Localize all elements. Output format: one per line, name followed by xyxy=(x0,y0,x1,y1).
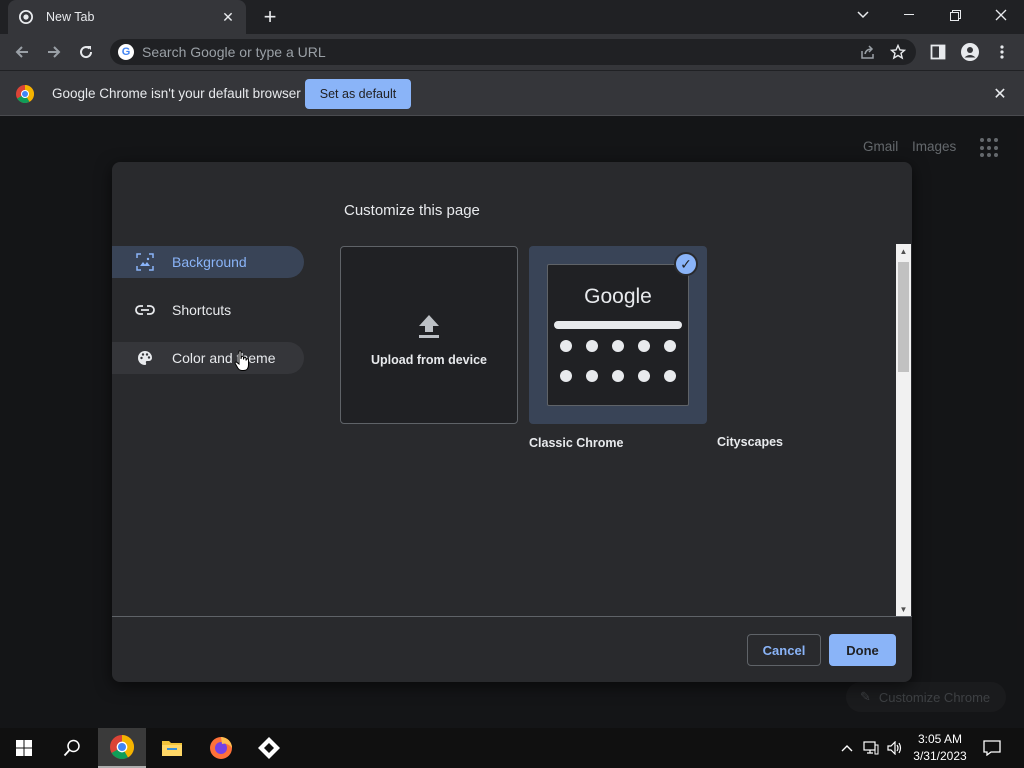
chrome-icon xyxy=(18,9,34,25)
image-icon xyxy=(134,253,156,271)
minimize-button[interactable] xyxy=(886,0,932,30)
search-icon xyxy=(63,739,80,757)
tab-search-icon[interactable] xyxy=(840,0,886,30)
omnibox[interactable]: G Search Google or type a URL xyxy=(110,39,916,65)
upload-from-device-tile[interactable]: Upload from device xyxy=(340,246,518,424)
bookmark-star-icon[interactable] xyxy=(886,40,910,64)
dialog-title: Customize this page xyxy=(344,202,480,219)
forward-button[interactable] xyxy=(40,38,68,66)
google-g-icon: G xyxy=(118,44,134,60)
new-tab-button[interactable]: + xyxy=(258,6,282,28)
search-bar-preview xyxy=(554,321,682,329)
close-infobar-icon[interactable]: ✕ xyxy=(990,84,1010,104)
selected-check-icon: ✓ xyxy=(674,252,698,276)
close-tab-icon[interactable]: ✕ xyxy=(220,9,236,25)
classic-chrome-tile[interactable]: Google ✓ xyxy=(529,246,707,424)
chrome-logo-icon xyxy=(16,85,34,103)
scrollbar-thumb[interactable] xyxy=(898,262,909,372)
default-browser-infobar: Google Chrome isn't your default browser… xyxy=(0,70,1024,116)
menu-item-shortcuts[interactable]: Shortcuts xyxy=(112,294,304,326)
close-window-button[interactable] xyxy=(978,0,1024,30)
tab-new-tab[interactable]: New Tab ✕ xyxy=(8,0,246,34)
profile-avatar-icon[interactable] xyxy=(956,38,984,66)
network-icon[interactable] xyxy=(860,728,882,768)
shortcut-dots-preview xyxy=(560,340,676,382)
clock-time: 3:05 AM xyxy=(917,732,963,746)
upload-icon xyxy=(418,314,440,343)
volume-icon[interactable] xyxy=(884,728,906,768)
back-button[interactable] xyxy=(8,38,36,66)
show-hidden-icons-chevron-up-icon[interactable] xyxy=(838,728,856,768)
link-icon xyxy=(134,301,156,319)
upload-label: Upload from device xyxy=(371,352,487,367)
side-panel-icon[interactable] xyxy=(924,38,952,66)
taskbar-firefox[interactable] xyxy=(197,728,245,768)
classic-chrome-label: Classic Chrome xyxy=(529,436,624,450)
windows-logo-icon xyxy=(16,740,32,756)
taskbar-clock[interactable]: 3:05 AM 3/31/2023 xyxy=(908,731,972,765)
notifications-icon[interactable] xyxy=(980,728,1004,768)
vertical-scrollbar[interactable]: ▲ ▼ xyxy=(896,244,911,616)
folder-icon xyxy=(162,741,182,756)
menu-item-label: Color and theme xyxy=(172,350,276,366)
share-icon[interactable] xyxy=(856,40,880,64)
windows-taskbar: 3:05 AM 3/31/2023 xyxy=(0,728,1024,768)
tab-title: New Tab xyxy=(46,10,95,24)
scroll-up-arrow-icon[interactable]: ▲ xyxy=(896,244,911,258)
infobar-message: Google Chrome isn't your default browser xyxy=(52,86,301,101)
customize-dialog: Customize this page Background Shortcuts… xyxy=(112,162,912,682)
menu-item-label: Background xyxy=(172,254,247,270)
hand-cursor-icon xyxy=(234,350,249,371)
cityscapes-label[interactable]: Cityscapes xyxy=(717,435,783,449)
clock-date: 3/31/2023 xyxy=(913,749,967,763)
menu-item-color-and-theme[interactable]: Color and theme xyxy=(112,342,304,374)
classic-chrome-preview: Google xyxy=(547,264,689,406)
firefox-icon xyxy=(210,737,232,759)
chrome-logo-icon xyxy=(110,735,134,759)
taskbar-chrome[interactable] xyxy=(98,728,146,768)
cancel-button[interactable]: Cancel xyxy=(747,634,821,666)
menu-item-background[interactable]: Background xyxy=(112,246,304,278)
omnibox-placeholder: Search Google or type a URL xyxy=(142,44,326,60)
restore-button[interactable] xyxy=(932,0,978,30)
title-bar: New Tab ✕ + xyxy=(0,0,1024,34)
menu-item-label: Shortcuts xyxy=(172,302,232,318)
start-button[interactable] xyxy=(0,728,48,768)
palette-icon xyxy=(134,349,156,367)
app-diamond-icon xyxy=(258,737,280,759)
more-menu-icon[interactable] xyxy=(988,38,1016,66)
taskbar-file-explorer[interactable] xyxy=(148,728,196,768)
done-button[interactable]: Done xyxy=(829,634,896,666)
reload-button[interactable] xyxy=(72,38,100,66)
scroll-down-arrow-icon[interactable]: ▼ xyxy=(896,602,911,616)
search-button[interactable] xyxy=(48,728,96,768)
google-logo: Google xyxy=(584,285,652,308)
dialog-divider xyxy=(112,616,912,617)
taskbar-app[interactable] xyxy=(245,728,293,768)
set-as-default-button[interactable]: Set as default xyxy=(305,79,411,109)
